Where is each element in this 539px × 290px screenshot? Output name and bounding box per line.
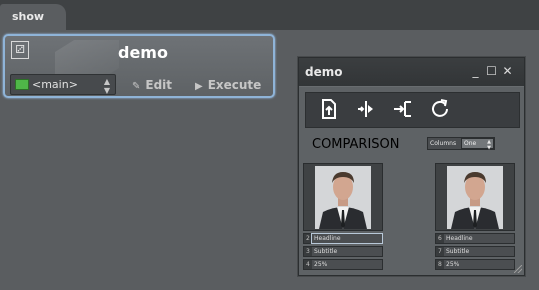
- card-row[interactable]: 7 Subtitle: [435, 246, 515, 257]
- demo-node[interactable]: ⚂ demo <main> ▲ ▼ ✎ Edit ▶ Execute: [3, 34, 275, 98]
- row-value[interactable]: 25%: [312, 260, 382, 269]
- card-row[interactable]: 6 Headline: [435, 233, 515, 244]
- resize-grip-icon[interactable]: [514, 265, 522, 273]
- main-select[interactable]: <main> ▲ ▼: [10, 74, 116, 95]
- tab-show[interactable]: show: [0, 4, 66, 30]
- updown-arrow-icon: ▲ ▼: [487, 139, 491, 151]
- comparison-card: 6 Headline 7 Subtitle 8 25%: [435, 163, 515, 271]
- portrait-image: [315, 166, 371, 229]
- comparison-card: 2 Headline 3 Subtitle 4 25%: [303, 163, 383, 271]
- panel-toolbar: [305, 92, 520, 128]
- card-row[interactable]: 3 Subtitle: [303, 246, 383, 257]
- monitor-icon: [15, 79, 29, 90]
- split-horizontal-icon[interactable]: [354, 97, 378, 121]
- columns-control[interactable]: Columns One ▲ ▼: [427, 137, 495, 151]
- row-value[interactable]: Subtitle: [312, 247, 382, 256]
- play-icon: ▶: [195, 81, 203, 92]
- card-row[interactable]: 8 25%: [435, 259, 515, 270]
- edit-button[interactable]: ✎ Edit: [132, 78, 172, 92]
- card-row[interactable]: 2 Headline: [303, 233, 383, 244]
- row-value[interactable]: Headline: [311, 233, 383, 244]
- edit-button-label: Edit: [145, 78, 173, 92]
- upload-page-icon[interactable]: [317, 97, 341, 121]
- execute-button-label: Execute: [207, 78, 262, 92]
- maximize-icon[interactable]: ☐: [485, 64, 498, 78]
- card-row[interactable]: 4 25%: [303, 259, 383, 270]
- columns-select-value: One: [464, 140, 477, 147]
- close-icon[interactable]: ✕: [501, 64, 514, 78]
- portrait-image: [447, 166, 503, 229]
- row-value[interactable]: Headline: [444, 234, 514, 243]
- tab-bar: show: [0, 0, 539, 30]
- photo-frame[interactable]: [303, 163, 383, 231]
- refresh-icon[interactable]: [428, 97, 452, 121]
- row-value[interactable]: 25%: [444, 260, 514, 269]
- row-value[interactable]: Subtitle: [444, 247, 514, 256]
- columns-label: Columns: [430, 140, 457, 147]
- columns-select[interactable]: One ▲ ▼: [461, 138, 494, 151]
- panel-title: demo: [305, 65, 343, 79]
- main-select-value: <main>: [32, 78, 78, 91]
- photo-frame[interactable]: [435, 163, 515, 231]
- demo-panel: demo _ ☐ ✕ COMPARISON Columns One ▲ ▼ 2 …: [298, 57, 525, 276]
- comparison-label: COMPARISON: [312, 137, 400, 152]
- node-type-icon: ⚂: [11, 41, 29, 59]
- node-title: demo: [118, 43, 168, 62]
- updown-arrow-icon: ▲ ▼: [103, 77, 110, 95]
- panel-titlebar[interactable]: demo _ ☐ ✕: [299, 58, 524, 87]
- pencil-icon: ✎: [132, 81, 141, 92]
- import-bracket-icon[interactable]: [391, 97, 415, 121]
- minimize-icon[interactable]: _: [469, 64, 482, 78]
- execute-button[interactable]: ▶ Execute: [195, 78, 261, 92]
